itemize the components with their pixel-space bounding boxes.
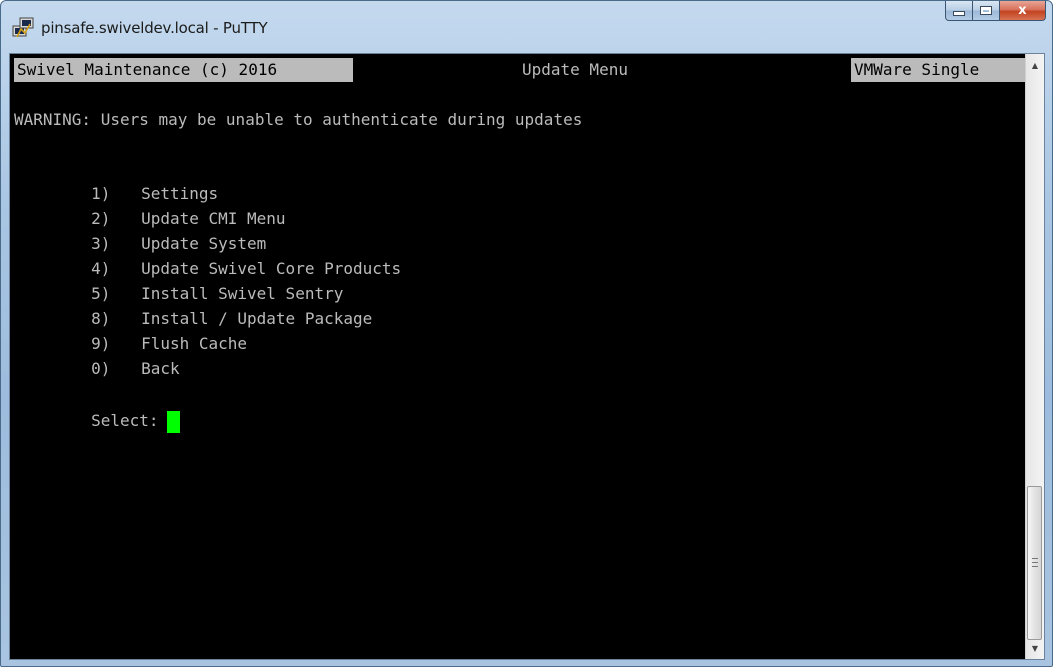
- menu-key: 0): [91, 359, 111, 378]
- close-icon: x: [1018, 3, 1027, 18]
- putty-icon[interactable]: [11, 15, 35, 39]
- status-left: Swivel Maintenance (c) 2016: [14, 58, 353, 82]
- grip-icon: [1032, 558, 1038, 567]
- menu-item: 8) Install / Update Package: [14, 283, 372, 328]
- select-prompt: Select:: [91, 411, 159, 430]
- status-right: VMWare Single: [851, 58, 1025, 82]
- menu-item: 9) Flush Cache: [14, 308, 247, 353]
- scroll-up-button[interactable]: ▲: [1026, 56, 1044, 74]
- scroll-thumb[interactable]: [1027, 486, 1042, 640]
- vertical-scrollbar[interactable]: ▲ ▼: [1025, 54, 1044, 659]
- menu-item: 0) Back: [14, 333, 180, 378]
- title-bar[interactable]: pinsafe.swiveldev.local - PuTTY x: [1, 1, 1052, 53]
- terminal-screen[interactable]: Swivel Maintenance (c) 2016 Update Menu …: [10, 54, 1025, 659]
- terminal-client-area: Swivel Maintenance (c) 2016 Update Menu …: [9, 53, 1045, 660]
- window-title: pinsafe.swiveldev.local - PuTTY: [41, 19, 268, 37]
- menu-item: 3) Update System: [14, 208, 266, 253]
- menu-item: 4) Update Swivel Core Products: [14, 233, 401, 278]
- warning-line: WARNING: Users may be unable to authenti…: [14, 110, 583, 129]
- scroll-down-button[interactable]: ▼: [1026, 639, 1044, 657]
- close-button[interactable]: x: [1000, 1, 1046, 21]
- select-prompt-line: Select:: [14, 385, 180, 433]
- menu-item: 5) Install Swivel Sentry: [14, 258, 343, 303]
- window-controls: x: [945, 1, 1046, 23]
- maximize-icon: [980, 6, 992, 15]
- text-cursor[interactable]: [166, 410, 180, 433]
- status-line: Swivel Maintenance (c) 2016 Update Menu …: [14, 58, 1025, 82]
- status-center: Update Menu: [522, 60, 628, 79]
- menu-item: 1) Settings: [14, 158, 218, 203]
- menu-label: Back: [141, 359, 180, 378]
- menu-item: 2) Update CMI Menu: [14, 183, 286, 228]
- up-arrow-icon: ▲: [1031, 60, 1039, 70]
- minimize-icon: [953, 11, 965, 16]
- maximize-button[interactable]: [973, 1, 1000, 21]
- putty-window: pinsafe.swiveldev.local - PuTTY x Swivel…: [0, 0, 1053, 667]
- minimize-button[interactable]: [945, 1, 973, 21]
- down-arrow-icon: ▼: [1031, 643, 1039, 653]
